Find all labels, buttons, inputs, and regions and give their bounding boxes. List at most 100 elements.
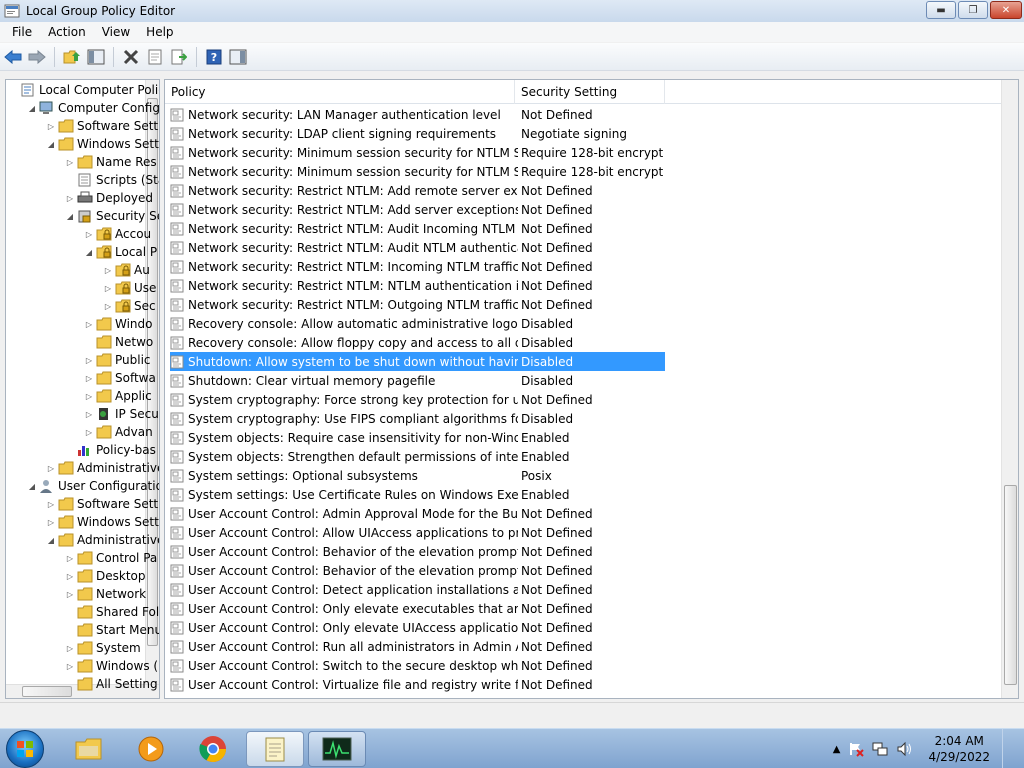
tree-expand-icon[interactable]: ▷	[84, 356, 94, 365]
menu-help[interactable]: Help	[138, 25, 181, 39]
policy-row[interactable]: Shutdown: Allow system to be shut down w…	[170, 352, 665, 371]
tree-item[interactable]: ▷ Advan	[84, 423, 153, 441]
list-vertical-scrollbar[interactable]	[1001, 80, 1018, 698]
tree-expand-icon[interactable]: ▷	[65, 662, 75, 671]
tree-item[interactable]: ▷ Administrative	[46, 459, 159, 477]
policy-row[interactable]: User Account Control: Behavior of the el…	[170, 542, 665, 561]
console-tree[interactable]: Local Computer Polic ◢ Computer Config ▷ Sof…	[5, 79, 160, 699]
policy-row[interactable]: System settings: Use Certificate Rules o…	[170, 485, 665, 504]
policy-row[interactable]: User Account Control: Allow UIAccess app…	[170, 523, 665, 542]
policy-row[interactable]: User Account Control: Behavior of the el…	[170, 561, 665, 580]
tree-item[interactable]: Policy-bas	[65, 441, 156, 459]
clock[interactable]: 2:04 AM 4/29/2022	[928, 733, 990, 765]
policy-row[interactable]: System cryptography: Force strong key pr…	[170, 390, 665, 409]
tree-item[interactable]: ▷ Public	[84, 351, 151, 369]
windows-explorer-icon[interactable]	[60, 731, 118, 767]
show-hide-action-pane-icon[interactable]	[227, 46, 249, 68]
back-arrow-icon[interactable]	[2, 46, 24, 68]
chrome-icon[interactable]	[184, 731, 242, 767]
policy-row[interactable]: System cryptography: Use FIPS compliant …	[170, 409, 665, 428]
tree-expand-icon[interactable]: ▷	[46, 464, 56, 473]
tree-item[interactable]: ▷ Windo	[84, 315, 153, 333]
tree-item[interactable]: ◢ Local P	[84, 243, 157, 261]
delete-icon[interactable]	[120, 46, 142, 68]
tree-item[interactable]: ▷ Software Setti	[46, 495, 159, 513]
tree-expand-icon[interactable]: ▷	[84, 428, 94, 437]
tree-collapse-icon[interactable]: ◢	[65, 212, 75, 221]
column-header-policy[interactable]: Policy	[165, 80, 515, 104]
media-player-icon[interactable]	[122, 731, 180, 767]
menu-file[interactable]: File	[4, 25, 40, 39]
tree-collapse-icon[interactable]: ◢	[46, 140, 56, 149]
properties-icon[interactable]	[144, 46, 166, 68]
tree-item[interactable]: ◢ User Configuratio	[27, 477, 159, 495]
policy-row[interactable]: System settings: Optional subsystems Posi…	[170, 466, 665, 485]
tree-item[interactable]: ◢ Administrative	[46, 531, 159, 549]
policy-row[interactable]: Network security: Restrict NTLM: Incomin…	[170, 257, 665, 276]
policy-row[interactable]: Network security: Minimum session securi…	[170, 143, 665, 162]
up-folder-icon[interactable]	[61, 46, 83, 68]
tree-item[interactable]: Start Menu	[65, 621, 159, 639]
policy-row[interactable]: Network security: Restrict NTLM: Add ser…	[170, 200, 665, 219]
help-icon[interactable]: ?	[203, 46, 225, 68]
tree-item[interactable]: All Setting	[65, 675, 158, 693]
tree-item[interactable]: ▷ Software Setti	[46, 117, 159, 135]
tree-expand-icon[interactable]: ▷	[65, 158, 75, 167]
tree-collapse-icon[interactable]: ◢	[46, 536, 56, 545]
close-button[interactable]: ✕	[990, 1, 1022, 19]
tree-item[interactable]: ◢ Security Se	[65, 207, 159, 225]
policy-row[interactable]: Network security: Restrict NTLM: Audit I…	[170, 219, 665, 238]
tree-item[interactable]: ▷ IP Secu	[84, 405, 159, 423]
policy-row[interactable]: User Account Control: Only elevate execu…	[170, 599, 665, 618]
policy-row[interactable]: User Account Control: Only elevate UIAcc…	[170, 618, 665, 637]
export-list-icon[interactable]	[168, 46, 190, 68]
tree-item[interactable]: ▷ Accou	[84, 225, 151, 243]
task-manager-icon[interactable]	[308, 731, 366, 767]
policy-row[interactable]: System objects: Require case insensitivi…	[170, 428, 665, 447]
tree-item[interactable]: ▷ Au	[103, 261, 150, 279]
policy-row[interactable]: User Account Control: Switch to the secu…	[170, 656, 665, 675]
policy-row[interactable]: User Account Control: Detect application…	[170, 580, 665, 599]
tree-expand-icon[interactable]: ▷	[65, 194, 75, 203]
tree-item[interactable]: ▷ Softwa	[84, 369, 156, 387]
tree-expand-icon[interactable]: ▷	[46, 500, 56, 509]
policy-row[interactable]: Shutdown: Clear virtual memory pagefile D…	[170, 371, 665, 390]
tree-expand-icon[interactable]: ▷	[84, 392, 94, 401]
tree-item[interactable]: ▷ Use	[103, 279, 157, 297]
tree-expand-icon[interactable]: ▷	[46, 122, 56, 131]
tree-item[interactable]: ▷ Sec	[103, 297, 156, 315]
tree-item[interactable]: ▷ Control Pa	[65, 549, 157, 567]
tree-collapse-icon[interactable]: ◢	[27, 482, 37, 491]
policy-row[interactable]: Network security: Restrict NTLM: NTLM au…	[170, 276, 665, 295]
tree-collapse-icon[interactable]: ◢	[27, 104, 37, 113]
policy-row[interactable]: Network security: LDAP client signing re…	[170, 124, 665, 143]
tree-item[interactable]: Scripts (Sta	[65, 171, 159, 189]
tree-item[interactable]: ◢ Computer Config	[27, 99, 159, 117]
tree-expand-icon[interactable]: ▷	[103, 266, 113, 275]
policy-row[interactable]: Network security: Minimum session securi…	[170, 162, 665, 181]
policy-row[interactable]: Recovery console: Allow floppy copy and …	[170, 333, 665, 352]
tree-item[interactable]: ▷ Desktop	[65, 567, 146, 585]
column-header-security-setting[interactable]: Security Setting	[515, 80, 665, 104]
minimize-button[interactable]: ▬	[926, 1, 956, 19]
tree-item[interactable]: ▷ System	[65, 639, 141, 657]
volume-icon[interactable]	[896, 741, 912, 757]
policy-row[interactable]: User Account Control: Virtualize file an…	[170, 675, 665, 694]
tree-item[interactable]: Netwo	[84, 333, 153, 351]
start-button[interactable]	[6, 730, 44, 768]
policy-row[interactable]: Network security: LAN Manager authentica…	[170, 105, 665, 124]
policy-row[interactable]: System objects: Strengthen default permi…	[170, 447, 665, 466]
action-center-icon[interactable]	[848, 741, 865, 757]
menu-action[interactable]: Action	[40, 25, 94, 39]
tree-expand-icon[interactable]: ▷	[103, 302, 113, 311]
tree-expand-icon[interactable]: ▷	[103, 284, 113, 293]
tree-expand-icon[interactable]: ▷	[65, 554, 75, 563]
policy-row[interactable]: User Account Control: Admin Approval Mod…	[170, 504, 665, 523]
policy-row[interactable]: Network security: Restrict NTLM: Outgoin…	[170, 295, 665, 314]
tree-item[interactable]: Local Computer Polic	[8, 81, 159, 99]
show-desktop-button[interactable]	[1002, 729, 1014, 768]
tree-item[interactable]: ◢ Windows Sett	[46, 135, 159, 153]
tree-expand-icon[interactable]: ▷	[65, 590, 75, 599]
tree-expand-icon[interactable]: ▷	[84, 374, 94, 383]
menu-view[interactable]: View	[94, 25, 138, 39]
